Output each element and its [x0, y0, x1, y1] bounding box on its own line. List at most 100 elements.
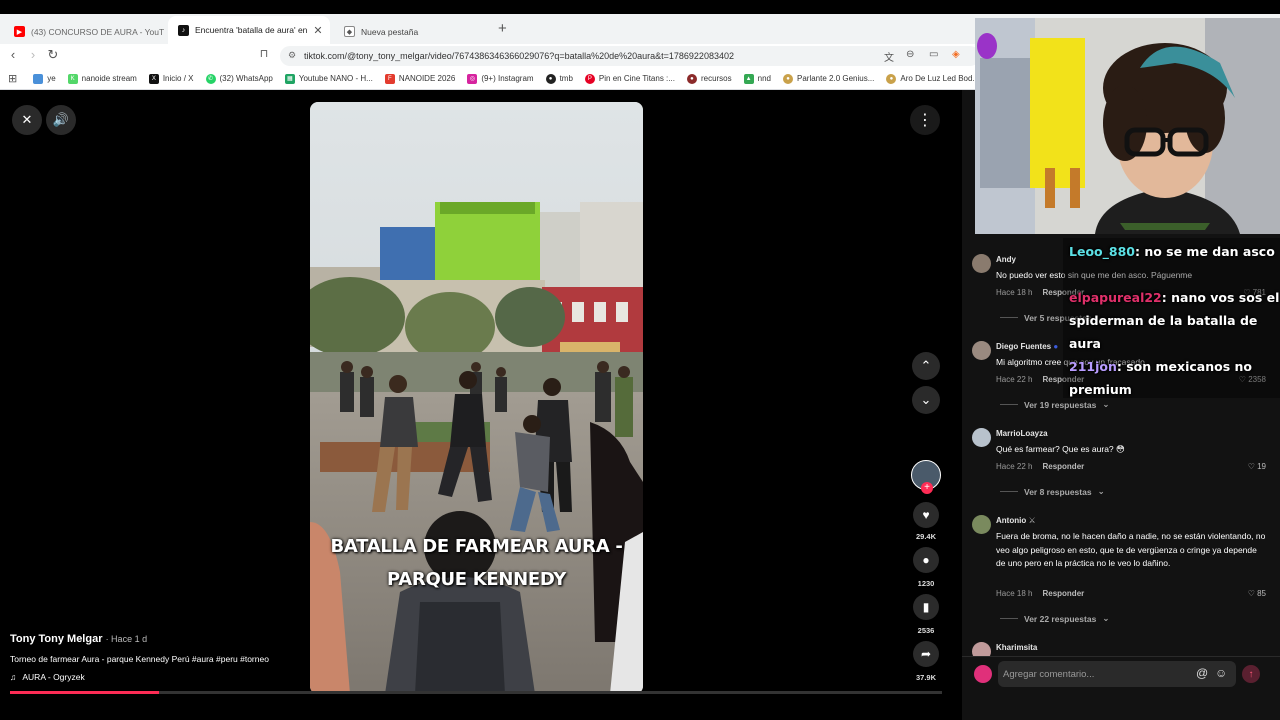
video-scene: [310, 102, 643, 694]
video-frame[interactable]: BATALLA DE FARMEAR AURA - PARQUE KENNEDY: [310, 102, 643, 694]
bookmark-icon: ▮: [913, 594, 939, 620]
tab-title: Nueva pestaña: [361, 26, 419, 37]
close-icon: ✕: [21, 112, 33, 127]
like-count: 19: [1257, 462, 1266, 471]
next-video-button[interactable]: ⌄: [912, 386, 940, 414]
address-bar[interactable]: ⚙ tiktok.com/@tony_tony_melgar/video/767…: [280, 46, 980, 66]
mention-icon[interactable]: @: [1196, 666, 1208, 680]
comment-composer: @ ☺ ↑: [962, 656, 1280, 696]
send-button[interactable]: ↑: [1242, 665, 1260, 683]
chat-user: elpapureal22: [1069, 290, 1162, 305]
screen: ▶ (43) CONCURSO DE AURA - YouT ♪ Encuent…: [0, 0, 1280, 720]
bookmark-item[interactable]: ◎ (9+) Instagram: [467, 73, 534, 84]
webcam-feed: [975, 18, 1280, 234]
bookmark-item[interactable]: P Pin en Cine Titans :...: [584, 73, 675, 84]
reply-button[interactable]: Responder: [1042, 589, 1084, 598]
chevron-down-icon: ⌄: [920, 392, 932, 407]
comment-user[interactable]: Kharimsita: [996, 643, 1037, 652]
zoom-icon[interactable]: ⊖: [906, 49, 914, 60]
globe-icon: ●: [545, 73, 556, 84]
share-button[interactable]: ➦: [908, 639, 944, 669]
avatar[interactable]: [972, 254, 991, 273]
bookmark-item[interactable]: ● recursos: [686, 73, 732, 84]
music-line[interactable]: ♫ AURA - Ogryzek: [10, 672, 85, 682]
bookmark-item[interactable]: ▦ Youtube NANO - H...: [284, 73, 373, 84]
close-button[interactable]: ✕: [12, 105, 42, 135]
chat-separator: :: [1116, 359, 1127, 374]
comment-user[interactable]: Andy: [996, 255, 1016, 264]
previous-video-button[interactable]: ⌃: [912, 352, 940, 380]
follow-plus-icon[interactable]: +: [921, 482, 933, 494]
bookmark-label: nnd: [757, 74, 771, 83]
author-name[interactable]: Tony Tony Melgar: [10, 633, 103, 645]
comment-user[interactable]: Diego Fuentes ●: [996, 342, 1058, 351]
reload-icon[interactable]: ↻: [44, 47, 62, 63]
speaker-icon: 🔊: [52, 112, 70, 127]
tab-new-tab[interactable]: ◆ Nueva pestaña: [334, 19, 494, 44]
bookmark-label: recursos: [700, 74, 732, 83]
video-progress-bar[interactable]: [10, 691, 942, 694]
view-replies-button[interactable]: Ver 22 respuestas ⌄: [1000, 613, 1109, 624]
comment-user[interactable]: MarrioLoayza: [996, 429, 1048, 438]
bookmark-icon[interactable]: ⊓: [255, 47, 273, 60]
tab-tiktok-search[interactable]: ♪ Encuentra 'batalla de aura' en ✕: [168, 16, 330, 44]
apps-grid-icon[interactable]: ⊞: [8, 72, 17, 85]
comment-time: Hace 22 h: [996, 375, 1033, 384]
video-progress-fill: [10, 691, 160, 694]
emoji-icon[interactable]: ☺: [1215, 666, 1227, 680]
bookmark-item[interactable]: X Inicio / X: [148, 73, 194, 84]
comment-button[interactable]: ●: [908, 545, 944, 575]
chat-text: no se me dan asco: [1144, 244, 1275, 259]
view-replies-label: Ver 22 respuestas: [1024, 613, 1097, 624]
divider: [1000, 491, 1018, 492]
close-icon[interactable]: ✕: [313, 24, 322, 37]
back-icon[interactable]: ‹: [4, 47, 22, 62]
forward-icon[interactable]: ›: [24, 47, 42, 62]
drive-icon: ▲: [743, 73, 754, 84]
bookmark-item[interactable]: ye: [33, 73, 56, 84]
view-replies-label: Ver 19 respuestas: [1024, 399, 1097, 410]
save-button[interactable]: ▮: [908, 592, 944, 622]
comment-time: Hace 18 h: [996, 288, 1033, 297]
comment-time: Hace 22 h: [996, 462, 1033, 471]
more-options-button[interactable]: ⋮: [910, 105, 940, 135]
figma-icon: F: [384, 73, 395, 84]
cast-icon[interactable]: ▭: [929, 49, 938, 60]
bookmark-item[interactable]: ● tmb: [545, 73, 573, 84]
comment-user[interactable]: Antonio ⚔: [996, 516, 1036, 525]
reply-button[interactable]: Responder: [1042, 462, 1084, 471]
translate-icon[interactable]: 文: [884, 49, 894, 64]
comment-text: Qué es farmear? Que es aura? 😳: [996, 444, 1125, 454]
avatar[interactable]: [972, 341, 991, 360]
badge-icon: ●: [1053, 342, 1059, 351]
bookmark-item[interactable]: F NANOIDE 2026: [384, 73, 455, 84]
bookmark-item[interactable]: Knanoide stream: [67, 73, 137, 84]
music-title: AURA - Ogryzek: [22, 672, 85, 682]
bookmark-item[interactable]: ● Aro De Luz Led Bod...: [886, 73, 979, 84]
bookmark-item[interactable]: ▲ nnd: [743, 73, 771, 84]
bookmark-label: (32) WhatsApp: [219, 74, 273, 83]
arrow-up-icon: ↑: [1248, 668, 1254, 680]
video-player: ✕ 🔊 ⋮ BATALLA DE FARMEAR AURA - PARQUE K…: [0, 90, 962, 720]
youtube-icon: ▶: [14, 26, 25, 37]
avatar[interactable]: [972, 515, 991, 534]
volume-button[interactable]: 🔊: [46, 105, 76, 135]
avatar[interactable]: [972, 428, 991, 447]
comment-like[interactable]: ♡ 19: [1248, 462, 1266, 471]
view-replies-button[interactable]: Ver 8 respuestas ⌄: [1000, 486, 1105, 497]
bookmark-label: Pin en Cine Titans :...: [598, 74, 675, 83]
shop-icon: ●: [783, 73, 793, 84]
comment-like[interactable]: ♡ 85: [1248, 589, 1266, 598]
tab-title: Encuentra 'batalla de aura' en: [195, 25, 308, 35]
bookmark-item[interactable]: ✆ (32) WhatsApp: [205, 73, 273, 84]
brave-shield-icon[interactable]: ◈: [952, 49, 960, 60]
chat-separator: :: [1161, 290, 1172, 305]
new-tab-button[interactable]: +: [498, 20, 507, 37]
site-info-icon[interactable]: ⚙: [288, 50, 296, 61]
like-button[interactable]: ♥: [908, 500, 944, 530]
like-count: 85: [1257, 589, 1266, 598]
heart-outline-icon: ♡: [1247, 589, 1255, 598]
like-count: 29.4K: [915, 532, 936, 541]
tab-youtube[interactable]: ▶ (43) CONCURSO DE AURA - YouT: [4, 19, 164, 44]
bookmark-item[interactable]: ● Parlante 2.0 Genius...: [783, 73, 874, 84]
